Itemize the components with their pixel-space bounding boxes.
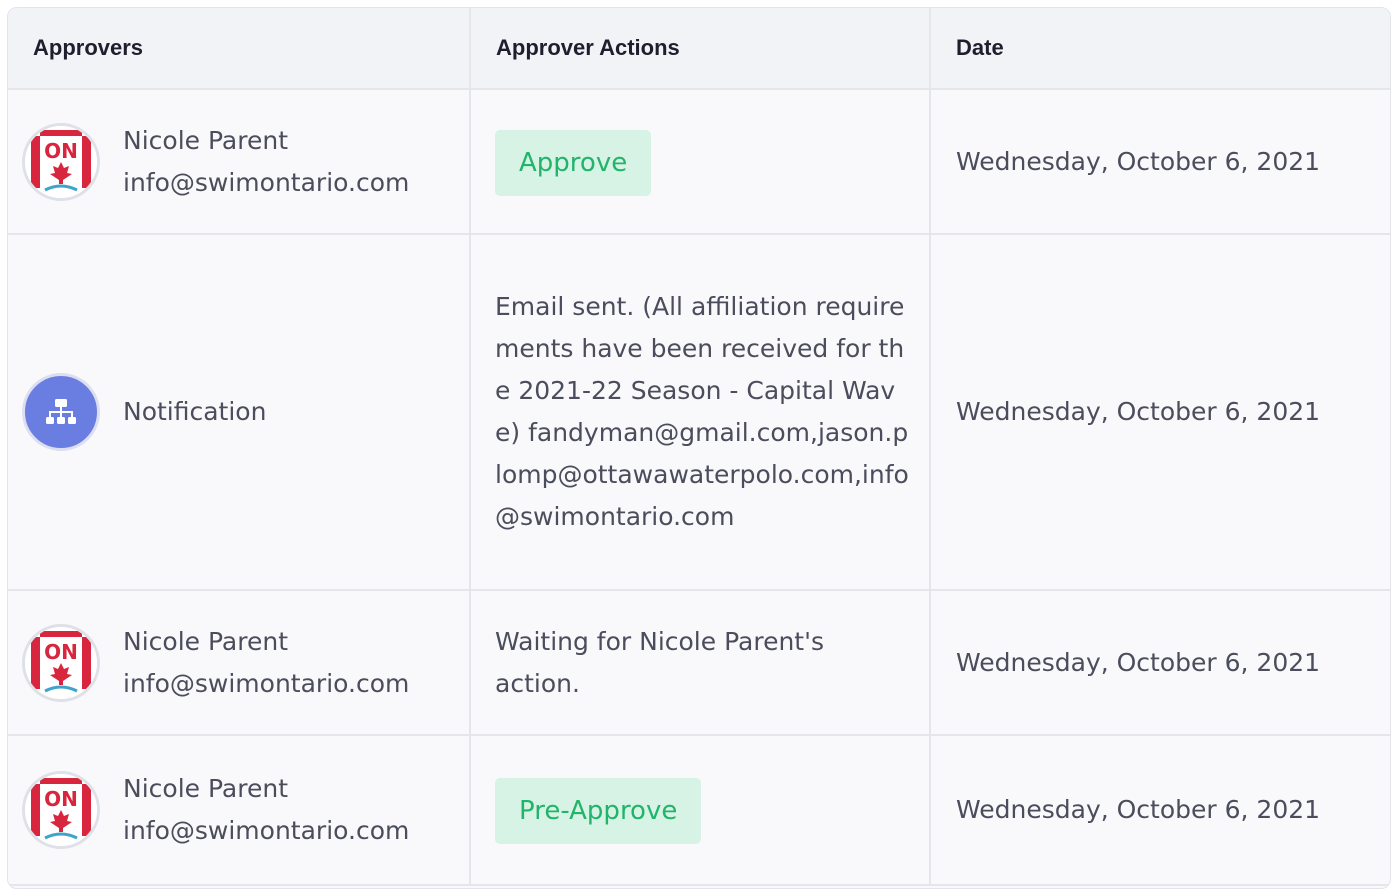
date-cell: Wednesday, October 6, 2021 bbox=[930, 89, 1390, 235]
approver-email: info@swimontario.com bbox=[123, 816, 410, 845]
approver-name: Nicole Parent bbox=[123, 774, 288, 803]
table-row: ON Nicole Parent info@swimontario.com Wa… bbox=[8, 590, 1390, 736]
logo-text: ON bbox=[44, 787, 78, 811]
table-row: Notification Email sent. (All affiliatio… bbox=[8, 234, 1390, 591]
column-header-date: Date bbox=[930, 8, 1390, 90]
date-cell: Wednesday, October 6, 2021 bbox=[930, 234, 1390, 591]
approve-button[interactable]: Approve bbox=[495, 129, 652, 196]
approver-email: info@swimontario.com bbox=[123, 668, 410, 698]
approver-name: Nicole Parent bbox=[123, 125, 288, 155]
waiting-message: Waiting for Nicole Parent's action. bbox=[495, 626, 825, 698]
approver-name: Nicole Parent bbox=[123, 626, 288, 656]
swim-ontario-logo-icon: ON bbox=[22, 623, 100, 702]
approvals-table-card: Approvers Approver Actions Date ON Nicol… bbox=[7, 7, 1391, 889]
approver-action-cell: Waiting for Nicole Parent's action. bbox=[470, 590, 931, 736]
swim-ontario-logo-icon: ON bbox=[22, 122, 100, 201]
date-cell: Wednesday, October 6, 2021 bbox=[930, 735, 1390, 886]
column-header-approver-actions: Approver Actions bbox=[470, 8, 931, 90]
column-header-approvers: Approvers bbox=[8, 8, 471, 90]
approver-email: info@swimontario.com bbox=[123, 167, 410, 197]
logo-text: ON bbox=[44, 139, 78, 163]
approver-cell: ON Nicole Parent info@swimontario.com bbox=[8, 735, 471, 886]
table-header-row: Approvers Approver Actions Date bbox=[8, 8, 1390, 90]
approver-action-cell: Email sent. (All affiliation requirement… bbox=[470, 234, 931, 591]
approver-cell: ON Nicole Parent info@swimontario.com bbox=[8, 590, 471, 736]
approvals-table: Approvers Approver Actions Date ON Nicol… bbox=[8, 8, 1390, 886]
approver-action-cell: Approve bbox=[470, 89, 931, 235]
notification-message: Email sent. (All affiliation requirement… bbox=[495, 292, 909, 531]
table-row: ON Nicole Parent info@swimontario.com Pr… bbox=[8, 735, 1390, 886]
approver-cell: Notification bbox=[8, 234, 471, 591]
approver-name: Notification bbox=[123, 397, 267, 426]
sitemap-icon bbox=[22, 373, 100, 451]
logo-text: ON bbox=[44, 640, 78, 664]
pre-approve-button[interactable]: Pre-Approve bbox=[495, 778, 702, 844]
swim-ontario-logo-icon: ON bbox=[22, 771, 100, 849]
approver-cell: ON Nicole Parent info@swimontario.com bbox=[8, 89, 471, 235]
date-cell: Wednesday, October 6, 2021 bbox=[930, 590, 1390, 736]
table-row: ON Nicole Parent info@swimontario.com Ap… bbox=[8, 89, 1390, 235]
approver-action-cell: Pre-Approve bbox=[470, 735, 931, 886]
